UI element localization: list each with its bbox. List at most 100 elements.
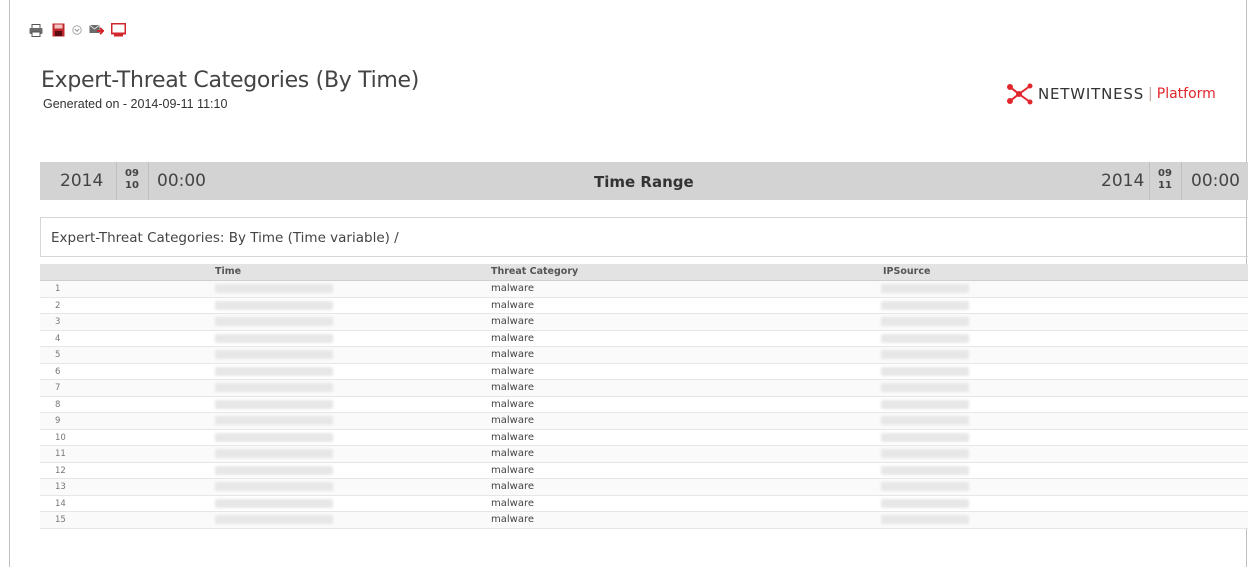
redacted-ipsource [881,350,969,359]
threat-category-cell: malware [491,448,534,459]
row-number: 7 [55,383,61,393]
redacted-ipsource [881,383,969,392]
email-icon[interactable] [88,22,104,38]
table-row[interactable]: 1 malware [40,281,1248,298]
report-viewer: Expert-Threat Categories (By Time) Gener… [9,0,1248,567]
threat-category-cell: malware [491,431,534,443]
threat-category-cell: malware [491,415,534,426]
row-number: 4 [55,333,61,344]
redacted-time [215,317,333,326]
column-header-time[interactable]: Time [215,266,241,277]
redacted-ipsource [881,399,969,409]
end-month-day: 09 11 [1152,168,1178,192]
dropdown-arrow-icon[interactable] [72,25,82,35]
table-row[interactable]: 14 malware [40,495,1248,512]
redacted-time [215,482,333,491]
page-title: Expert-Threat Categories (By Time) [41,68,420,93]
table-row[interactable]: 10 malware [40,429,1248,446]
redacted-time [215,284,333,293]
threat-category-cell: malware [491,497,534,509]
generated-timestamp: Generated on - 2014-09-11 11:10 [43,97,228,111]
table-row[interactable]: 5 malware [40,347,1248,364]
redacted-time [215,515,333,524]
start-day: 10 [125,180,139,191]
redacted-ipsource [881,432,969,442]
row-number: 6 [55,366,61,377]
table-row[interactable]: 15 malware [40,512,1248,529]
start-year: 2014 [60,171,104,191]
redacted-ipsource [881,300,969,310]
threat-category-cell: malware [491,283,534,294]
redacted-time [215,333,333,343]
redacted-time [215,399,333,409]
close-report-icon[interactable] [110,22,126,38]
table-header: Time Threat Category IPSource [40,264,1248,281]
row-number: 13 [55,482,66,492]
print-icon[interactable] [28,22,44,38]
row-number: 5 [55,350,61,360]
column-header-threat-category[interactable]: Threat Category [491,266,578,277]
threat-category-cell: malware [491,464,534,476]
table-row[interactable]: 7 malware [40,380,1248,397]
column-header-ipsource[interactable]: IPSource [883,266,930,277]
logo-brand: NETWITNESS [1038,85,1145,103]
logo-separator: | [1148,86,1153,102]
save-pdf-icon[interactable] [50,22,66,38]
table-row[interactable]: 9 malware [40,413,1248,430]
end-day: 11 [1158,180,1172,191]
threat-category-cell: malware [491,365,534,377]
redacted-ipsource [881,515,969,524]
table-row[interactable]: 12 malware [40,462,1248,479]
table-body: 1 malware 2 malware 3 malware 4 malware 5 malware… [40,281,1248,529]
threat-category-cell: malware [491,382,534,393]
redacted-ipsource [881,333,969,343]
redacted-time [215,498,333,508]
threat-category-cell: malware [491,514,534,525]
divider [1181,162,1182,200]
result-heading-box: Expert-Threat Categories: By Time (Time … [40,217,1248,257]
row-number: 15 [55,515,66,525]
time-range-bar: 2014 09 10 00:00 Time Range 2014 09 11 0… [40,162,1248,200]
table-row[interactable]: 11 malware [40,446,1248,463]
redacted-time [215,449,333,458]
redacted-ipsource [881,449,969,458]
time-range-label: Time Range [594,173,694,191]
row-number: 11 [55,449,66,459]
redacted-ipsource [881,284,969,293]
table-row[interactable]: 13 malware [40,479,1248,496]
results-table: Time Threat Category IPSource 1 malware 2 m… [40,264,1248,529]
row-number: 3 [55,317,61,327]
start-time: 00:00 [157,171,206,191]
redacted-ipsource [881,416,969,425]
redacted-ipsource [881,498,969,508]
table-row[interactable]: 2 malware [40,297,1248,314]
row-number: 12 [55,465,66,476]
table-row[interactable]: 6 malware [40,363,1248,380]
divider [1149,162,1150,200]
redacted-time [215,465,333,475]
threat-category-cell: malware [491,398,534,410]
redacted-ipsource [881,482,969,491]
table-row[interactable]: 8 malware [40,396,1248,413]
start-month: 09 [125,168,139,179]
redacted-time [215,432,333,442]
netwitness-logo: NETWITNESS | Platform [1006,82,1216,106]
end-time: 00:00 [1191,171,1240,191]
table-row[interactable]: 3 malware [40,314,1248,331]
logo-product: Platform [1156,86,1216,102]
threat-category-cell: malware [491,332,534,344]
row-number: 9 [55,416,61,426]
redacted-time [215,366,333,376]
threat-category-cell: malware [491,349,534,360]
threat-category-cell: malware [491,316,534,327]
redacted-time [215,416,333,425]
divider [116,162,117,200]
threat-category-cell: malware [491,481,534,492]
row-number: 14 [55,498,66,509]
result-heading: Expert-Threat Categories: By Time (Time … [51,230,399,246]
redacted-ipsource [881,465,969,475]
table-row[interactable]: 4 malware [40,330,1248,347]
end-year: 2014 [1101,171,1145,191]
row-number: 10 [55,432,66,443]
redacted-ipsource [881,366,969,376]
